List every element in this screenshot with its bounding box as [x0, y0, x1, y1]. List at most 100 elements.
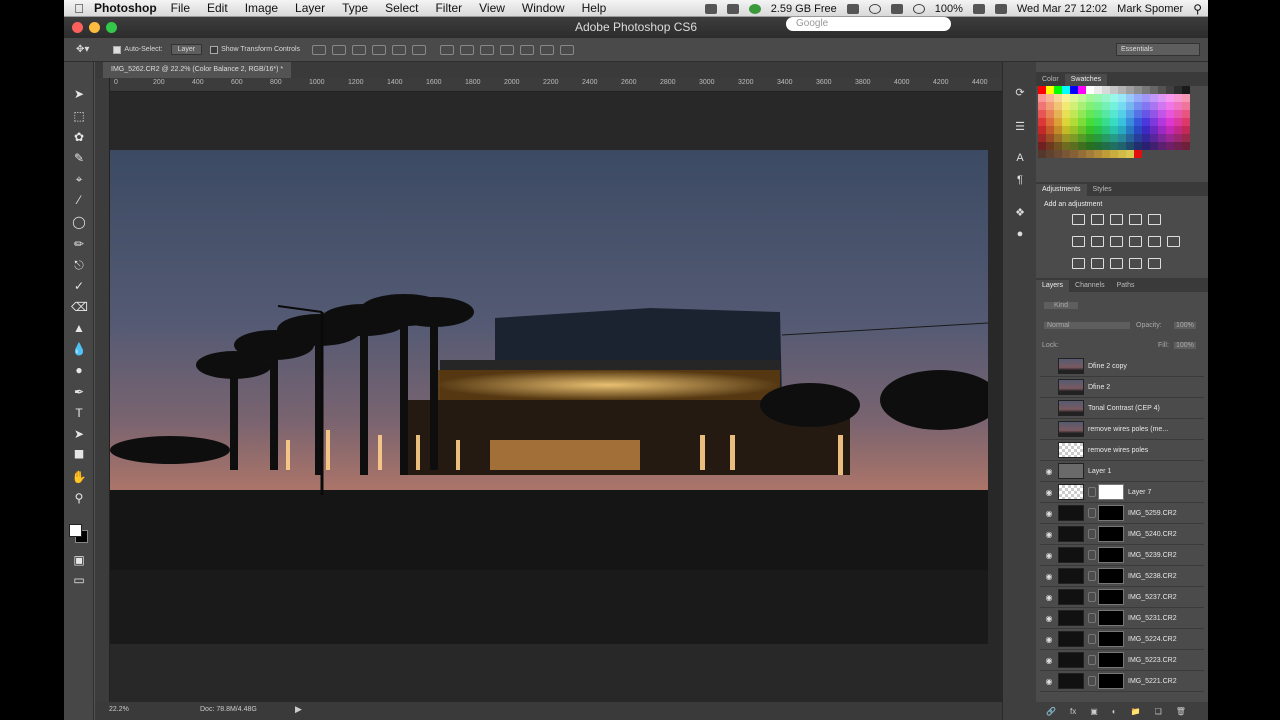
- color-swatch[interactable]: [1078, 118, 1086, 126]
- layer-row[interactable]: ◉ IMG_5224.CR2: [1040, 629, 1204, 650]
- color-swatch[interactable]: [1110, 126, 1118, 134]
- color-swatch[interactable]: [1182, 94, 1190, 102]
- path-select-tool-icon[interactable]: ➤: [71, 426, 87, 442]
- posterize-icon[interactable]: [1091, 258, 1104, 269]
- color-swatch[interactable]: [1166, 134, 1174, 142]
- zoom-readout[interactable]: 22.2%: [109, 706, 129, 713]
- color-swatch[interactable]: [1174, 142, 1182, 150]
- color-swatch[interactable]: [1126, 94, 1134, 102]
- visibility-eye-icon[interactable]: ◉: [1040, 488, 1058, 497]
- minimize-button[interactable]: [89, 22, 100, 33]
- dropbox-icon[interactable]: [846, 3, 859, 14]
- color-swatch[interactable]: [1166, 110, 1174, 118]
- distribute-top-icon[interactable]: [440, 44, 455, 55]
- kind-filter[interactable]: Kind: [1044, 302, 1079, 309]
- color-swatch[interactable]: [1070, 142, 1078, 150]
- color-swatch[interactable]: [1150, 126, 1158, 134]
- color-swatch[interactable]: [1158, 126, 1166, 134]
- color-swatch[interactable]: [1118, 110, 1126, 118]
- color-swatch[interactable]: [1150, 94, 1158, 102]
- color-swatch[interactable]: [1134, 102, 1142, 110]
- layer-row[interactable]: ◉ IMG_5239.CR2: [1040, 545, 1204, 566]
- mask-link-icon[interactable]: [1088, 655, 1096, 665]
- color-swatch[interactable]: [1142, 94, 1150, 102]
- color-swatch[interactable]: [1126, 110, 1134, 118]
- color-swatch[interactable]: [1086, 134, 1094, 142]
- color-swatch[interactable]: [1142, 126, 1150, 134]
- apple-menu-icon[interactable]: : [64, 1, 94, 16]
- color-swatch[interactable]: [1062, 110, 1070, 118]
- screen-icon[interactable]: [704, 3, 717, 14]
- color-swatch[interactable]: [1062, 126, 1070, 134]
- color-swatch[interactable]: [1142, 134, 1150, 142]
- color-swatch[interactable]: [1086, 150, 1094, 158]
- layer-mask-thumbnail[interactable]: [1098, 673, 1124, 689]
- color-swatch[interactable]: [1062, 134, 1070, 142]
- menu-view[interactable]: View: [479, 1, 505, 15]
- color-swatch[interactable]: [1142, 110, 1150, 118]
- color-swatch[interactable]: [1086, 110, 1094, 118]
- color-swatch[interactable]: [1166, 94, 1174, 102]
- color-swatch[interactable]: [1102, 110, 1110, 118]
- color-swatch[interactable]: [1166, 150, 1174, 158]
- new-adjustment-icon[interactable]: ◐: [1112, 707, 1117, 716]
- lasso-tool-icon[interactable]: ✿: [71, 129, 87, 145]
- transform-controls-checkbox[interactable]: [210, 45, 219, 54]
- visibility-eye-icon[interactable]: ◉: [1040, 530, 1058, 539]
- mask-link-icon[interactable]: [1088, 613, 1096, 623]
- history-panel-icon[interactable]: ⟳: [1012, 86, 1028, 100]
- color-swatch[interactable]: [1038, 150, 1046, 158]
- align-right-icon[interactable]: [412, 44, 427, 55]
- color-swatch[interactable]: [1038, 118, 1046, 126]
- clone-source-icon[interactable]: ●: [1012, 228, 1028, 242]
- auto-align-icon[interactable]: [560, 44, 575, 55]
- tab-adjustments[interactable]: Adjustments: [1036, 184, 1087, 196]
- add-mask-icon[interactable]: ▣: [1090, 707, 1098, 716]
- color-swatch[interactable]: [1094, 86, 1102, 94]
- healing-tool-icon[interactable]: ◯: [71, 214, 87, 230]
- color-swatch[interactable]: [1166, 142, 1174, 150]
- mask-link-icon[interactable]: [1088, 592, 1096, 602]
- color-swatch[interactable]: [1158, 94, 1166, 102]
- color-swatch[interactable]: [1046, 118, 1054, 126]
- memory-icon[interactable]: [748, 3, 761, 14]
- blur-tool-icon[interactable]: 💧: [71, 341, 87, 357]
- color-swatch[interactable]: [1046, 86, 1054, 94]
- color-swatch[interactable]: [1174, 86, 1182, 94]
- color-swatch[interactable]: [1054, 150, 1062, 158]
- close-button[interactable]: [72, 22, 83, 33]
- color-swatch[interactable]: [1182, 134, 1190, 142]
- color-swatch[interactable]: [1150, 118, 1158, 126]
- tab-layers[interactable]: Layers: [1036, 280, 1070, 292]
- color-swatch[interactable]: [1062, 150, 1070, 158]
- color-swatch[interactable]: [1174, 126, 1182, 134]
- color-swatch[interactable]: [1142, 150, 1150, 158]
- color-swatch[interactable]: [1110, 86, 1118, 94]
- color-swatch[interactable]: [1134, 142, 1142, 150]
- search-field[interactable]: Google: [786, 17, 951, 31]
- menu-edit[interactable]: Edit: [207, 1, 228, 15]
- eraser-tool-icon[interactable]: ⌫: [71, 299, 88, 315]
- color-swatch[interactable]: [1174, 102, 1182, 110]
- color-swatch[interactable]: [1054, 118, 1062, 126]
- color-swatch[interactable]: [1046, 126, 1054, 134]
- character-panel-icon[interactable]: A: [1012, 152, 1028, 166]
- color-swatch[interactable]: [1054, 86, 1062, 94]
- color-swatch[interactable]: [1150, 134, 1158, 142]
- layer-mask-thumbnail[interactable]: [1098, 589, 1124, 605]
- distribute-left-icon[interactable]: [500, 44, 515, 55]
- new-group-icon[interactable]: 📁: [1131, 707, 1141, 716]
- quick-mask-icon[interactable]: ▣: [71, 552, 87, 568]
- color-swatch[interactable]: [1118, 94, 1126, 102]
- color-swatch[interactable]: [1158, 118, 1166, 126]
- color-swatch[interactable]: [1150, 102, 1158, 110]
- visibility-eye-icon[interactable]: ◉: [1040, 572, 1058, 581]
- color-swatch[interactable]: [1182, 86, 1190, 94]
- color-swatch[interactable]: [1182, 142, 1190, 150]
- layer-mask-thumbnail[interactable]: [1098, 568, 1124, 584]
- color-swatch[interactable]: [1102, 102, 1110, 110]
- color-swatch[interactable]: [1126, 102, 1134, 110]
- color-swatch[interactable]: [1134, 94, 1142, 102]
- color-swatch[interactable]: [1094, 102, 1102, 110]
- color-swatch[interactable]: [1070, 94, 1078, 102]
